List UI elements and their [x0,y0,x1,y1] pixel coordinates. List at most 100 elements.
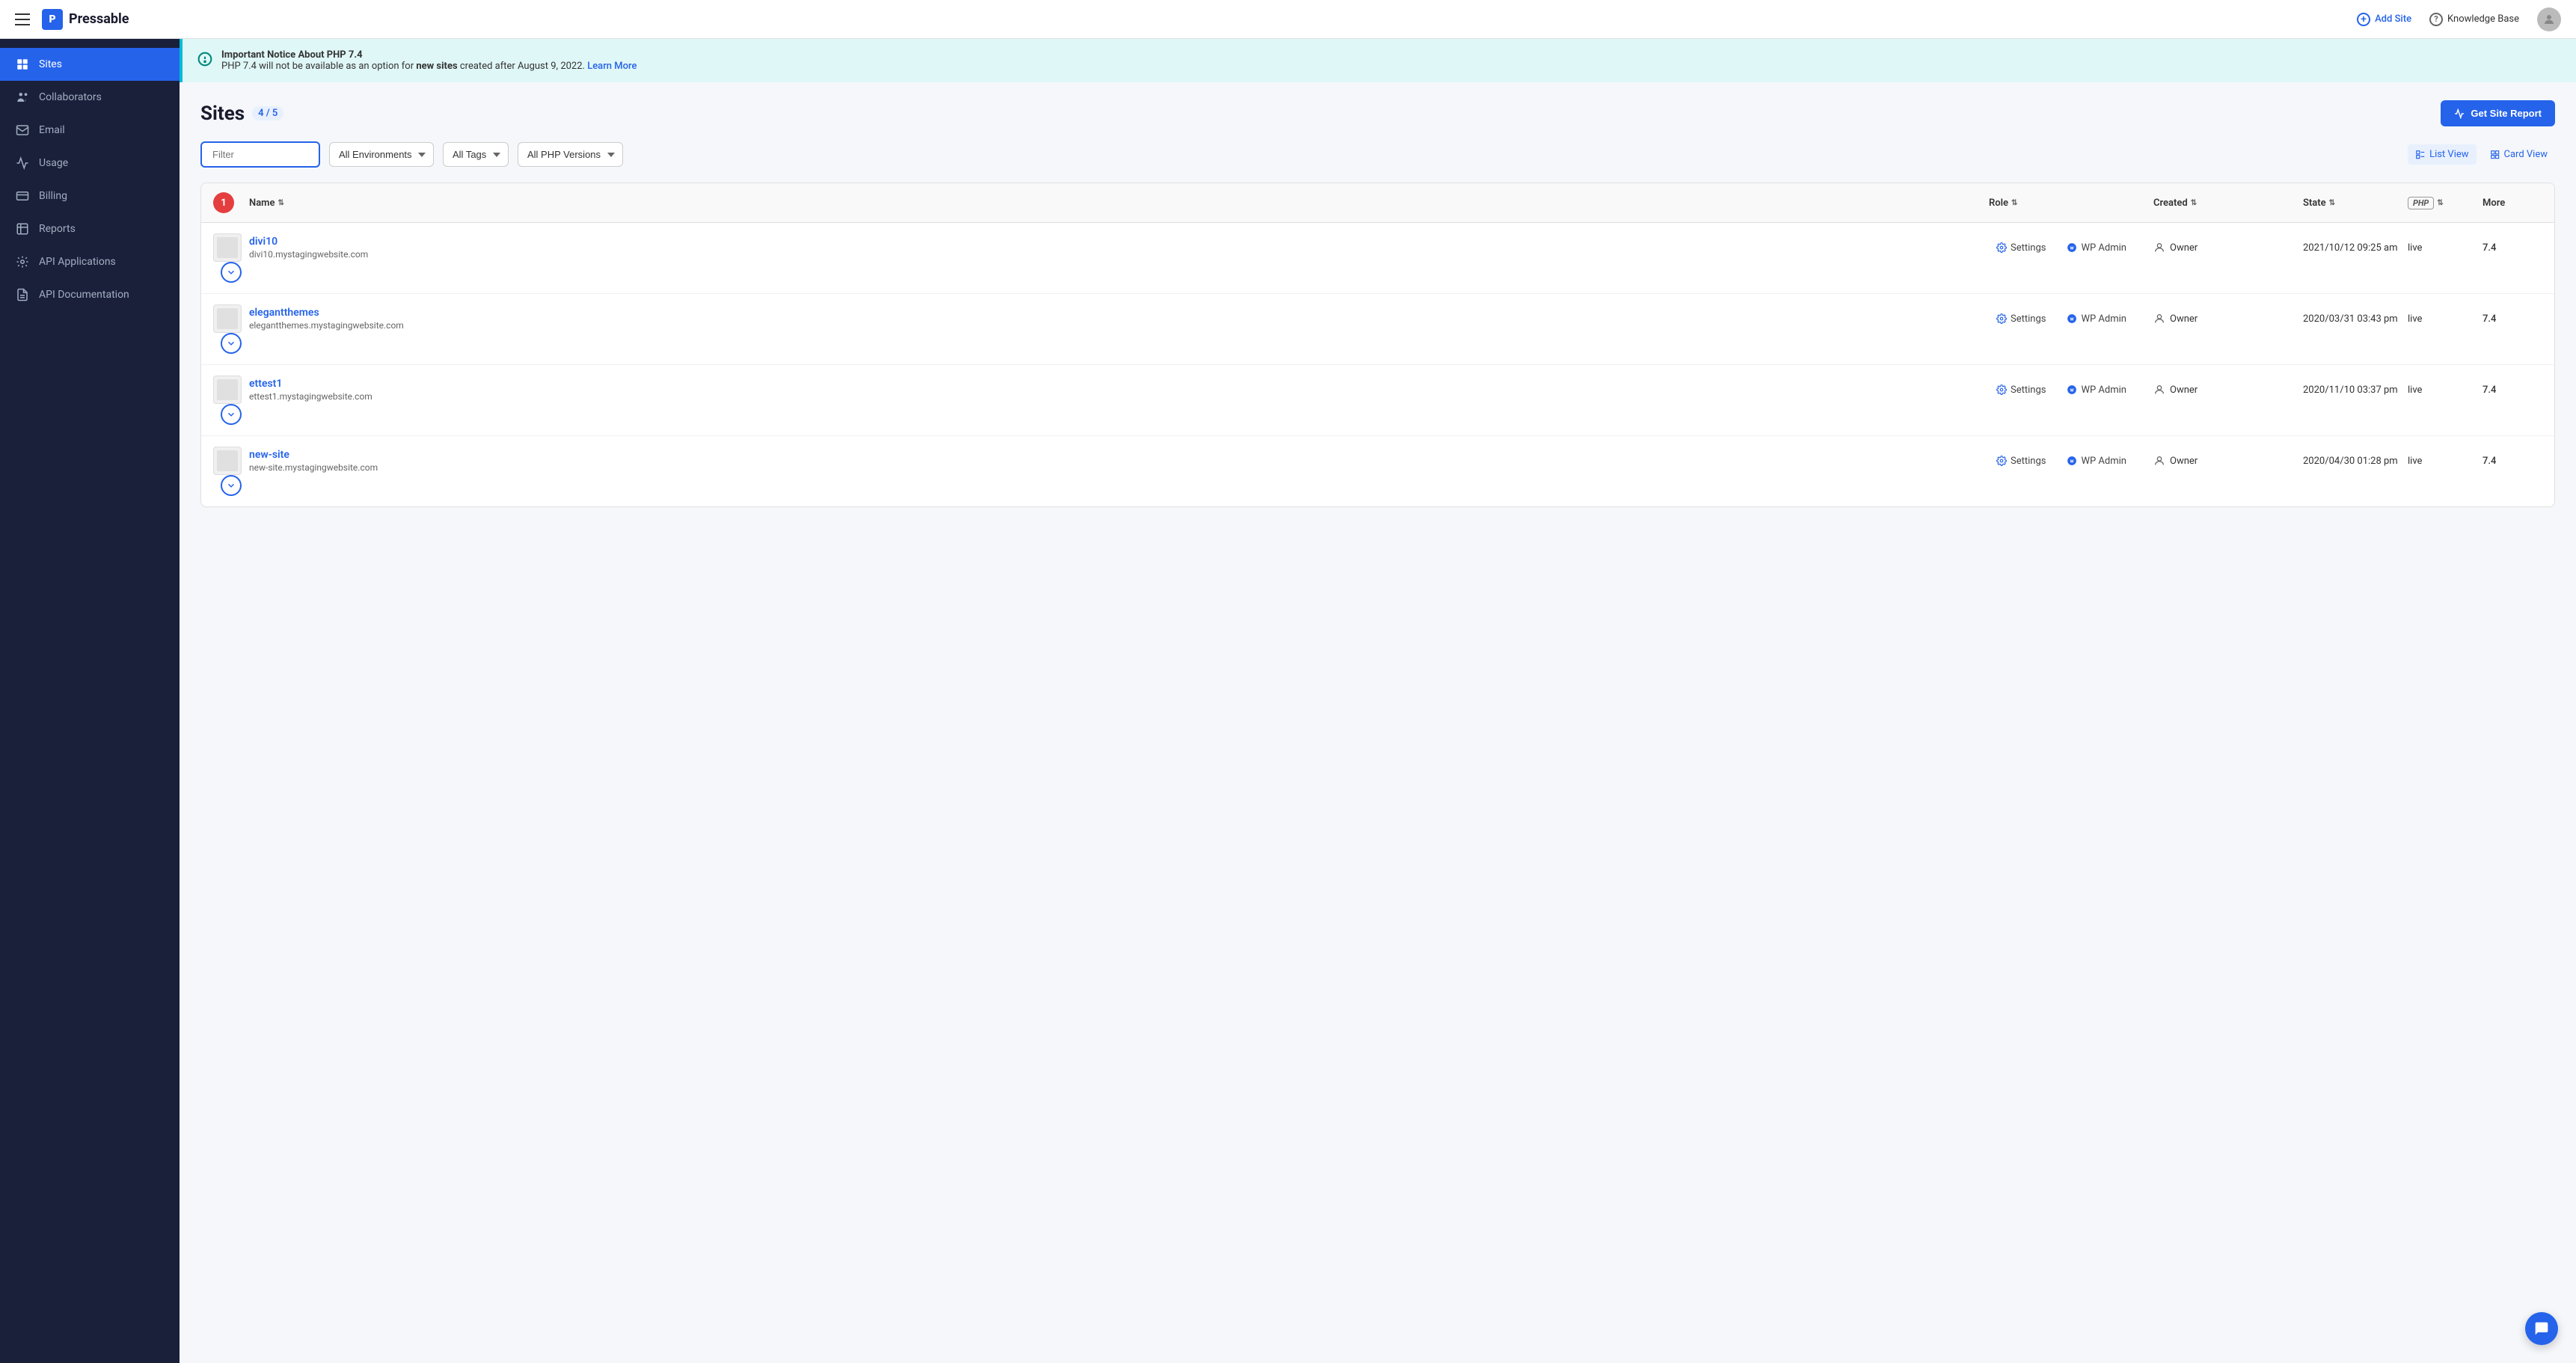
more-button[interactable] [221,262,242,283]
sidebar-item-api-documentation[interactable]: API Documentation [0,278,180,311]
wp-admin-button[interactable]: W WP Admin [2059,309,2134,329]
filter-input[interactable] [200,141,320,168]
card-view-button[interactable]: Card View [2483,144,2555,165]
site-url: divi10.mystagingwebsite.com [249,249,1989,260]
tags-select[interactable]: All Tags [443,142,509,167]
more-button[interactable] [221,475,242,496]
notice-bold: new sites [416,61,457,72]
avatar-image [2537,7,2561,31]
sidebar-item-reports[interactable]: Reports [0,212,180,245]
sidebar-item-usage[interactable]: Usage [0,147,180,180]
nav-left: P Pressable [15,9,129,30]
sidebar-item-collaborators[interactable]: Collaborators [0,81,180,114]
knowledge-base-button[interactable]: ? Knowledge Base [2429,13,2519,26]
wp-admin-icon: W [2067,456,2077,466]
list-view-icon [2415,150,2426,160]
more-cell [213,262,249,283]
site-name-link[interactable]: new-site [249,449,1989,461]
more-button[interactable] [221,404,242,425]
header-role-label: Role [1989,197,2008,209]
wp-admin-icon: W [2067,385,2077,395]
site-actions: Settings W WP Admin [1989,380,2153,400]
list-view-button[interactable]: List View [2408,144,2476,165]
page-header: Sites 4 / 5 Get Site Report [200,100,2555,126]
site-name-col: new-site new-site.mystagingwebsite.com [249,449,1989,473]
main-content: Important Notice About PHP 7.4 PHP 7.4 w… [180,39,2576,1363]
chat-bubble-button[interactable] [2525,1312,2558,1345]
more-button[interactable] [221,333,242,354]
php-cell: 7.4 [2483,385,2542,396]
notice-body: PHP 7.4 will not be available as an opti… [221,61,637,72]
add-site-button[interactable]: + Add Site [2357,13,2411,26]
site-url: elegantthemes.mystagingwebsite.com [249,320,1989,331]
created-cell: 2020/03/31 03:43 pm [2303,313,2408,325]
site-name-link[interactable]: divi10 [249,236,1989,248]
settings-button[interactable]: Settings [1989,451,2053,471]
chevron-down-icon [226,338,236,349]
state-value: live [2408,242,2422,254]
settings-button[interactable]: Settings [1989,380,2053,400]
php-value: 7.4 [2483,385,2496,396]
role-label: Owner [2170,313,2198,325]
hamburger-menu[interactable] [15,13,30,25]
settings-label: Settings [2011,242,2046,254]
settings-icon [1996,313,2007,324]
php-value: 7.4 [2483,456,2496,467]
header-name-label: Name [249,197,275,209]
role-cell: Owner [2153,455,2303,467]
settings-button[interactable]: Settings [1989,238,2053,258]
header-created-label: Created [2153,197,2188,209]
more-cell [213,333,249,354]
sidebar-item-api-applications[interactable]: API Applications [0,245,180,278]
site-actions: Settings W WP Admin [1989,309,2153,329]
user-avatar[interactable] [2537,7,2561,31]
role-label: Owner [2170,456,2198,467]
get-site-report-button[interactable]: Get Site Report [2441,100,2555,126]
help-icon: ? [2429,13,2443,26]
filters-left: All Environments All Tags All PHP Versio… [200,141,623,168]
created-date: 2020/04/30 01:28 pm [2303,456,2398,467]
created-cell: 2020/11/10 03:37 pm [2303,385,2408,396]
sidebar-item-billing[interactable]: Billing [0,180,180,212]
header-php[interactable]: PHP ⇅ [2408,197,2483,209]
thumb-image [217,308,238,329]
table-row: ettest1 ettest1.mystagingwebsite.com Set… [201,365,2554,436]
settings-button[interactable]: Settings [1989,309,2053,329]
sites-icon [15,57,30,72]
header-state[interactable]: State ⇅ [2303,197,2408,209]
state-cell: live [2408,242,2483,254]
more-cell [213,475,249,496]
role-cell: Owner [2153,384,2303,396]
state-cell: live [2408,385,2483,396]
sidebar-item-email[interactable]: Email [0,114,180,147]
logo-text: Pressable [69,11,129,27]
notice-learn-more[interactable]: Learn More [587,61,637,72]
site-name-link[interactable]: elegantthemes [249,307,1989,319]
collaborators-icon [15,90,30,105]
chevron-down-icon [226,409,236,420]
settings-icon [1996,456,2007,466]
env-select[interactable]: All Environments [329,142,434,167]
wp-admin-button[interactable]: W WP Admin [2059,451,2134,471]
php-select[interactable]: All PHP Versions [518,142,623,167]
chevron-down-icon [226,267,236,278]
notice-title: Important Notice About PHP 7.4 [221,49,363,61]
wp-admin-button[interactable]: W WP Admin [2059,238,2134,258]
more-cell [213,404,249,425]
sidebar-item-sites[interactable]: Sites [0,48,180,81]
svg-text:W: W [2070,388,2074,393]
wp-admin-button[interactable]: W WP Admin [2059,380,2134,400]
site-actions: Settings W WP Admin [1989,238,2153,258]
created-sort-icon: ⇅ [2191,199,2197,207]
header-state-label: State [2303,197,2326,209]
site-name-link[interactable]: ettest1 [249,378,1989,390]
site-thumbnail [213,447,242,475]
table-header: 1 Name ⇅ Role ⇅ Created ⇅ St [201,183,2554,223]
settings-icon [1996,385,2007,395]
header-role[interactable]: Role ⇅ [1989,197,2153,209]
layout: Sites Collaborators Email Usage Billing [0,39,2576,1363]
person-icon [2153,242,2165,254]
header-name[interactable]: Name ⇅ [249,197,1989,209]
header-created[interactable]: Created ⇅ [2153,197,2303,209]
notice-banner: Important Notice About PHP 7.4 PHP 7.4 w… [180,39,2576,82]
